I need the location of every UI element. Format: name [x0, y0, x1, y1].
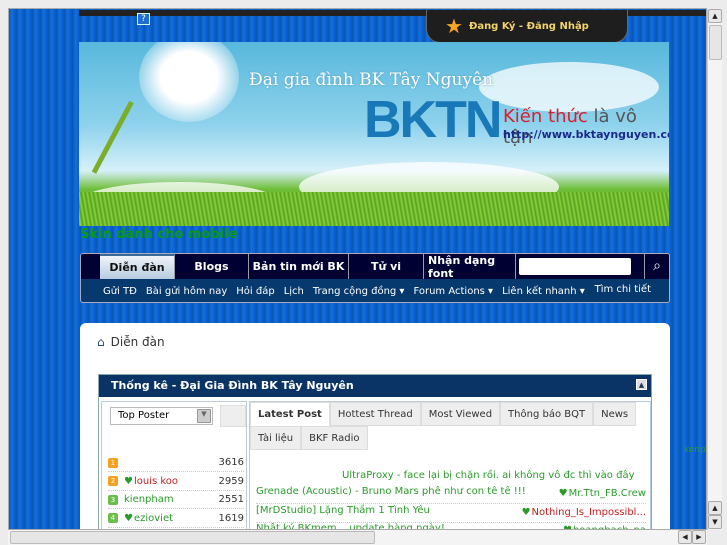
banner-logo: BKTN [364, 91, 502, 149]
heart-icon: ♥ [558, 488, 568, 499]
sub-link-hoi-dap[interactable]: Hỏi đáp [236, 286, 274, 297]
thread-tab[interactable]: Latest Post [250, 402, 330, 426]
post-title[interactable]: Nhật ký BKmem... update hàng ngày! [256, 523, 445, 529]
tab-dien-dan[interactable]: Diễn đàn [100, 254, 175, 279]
stats-title: Thống kê - Đại Gia Đình BK Tây Nguyên [111, 379, 354, 392]
tab-blogs[interactable]: Blogs [175, 254, 249, 279]
scroll-down-button[interactable]: ▼ [708, 515, 722, 529]
post-count: 3616 [218, 457, 244, 468]
post-count: 2959 [218, 475, 244, 487]
login-register-link[interactable]: ★ Đang Ký - Đăng Nhập [426, 10, 628, 43]
tab-nhan-dang-font[interactable]: Nhận dạng font [424, 254, 516, 280]
mobile-skin-link[interactable]: Skin dành cho mobile [80, 227, 237, 242]
thread-tab[interactable]: Most Viewed [420, 402, 501, 426]
dandelion-image [139, 42, 239, 122]
dandelion-stem [91, 100, 134, 174]
tab-tu-vi[interactable]: Tử vi [349, 254, 424, 279]
poster-row[interactable]: 3 kienpham 2551 [108, 491, 244, 509]
search-button[interactable]: ⌕ [644, 254, 669, 279]
rank-badge: 4 [108, 513, 118, 523]
banner-url: http://www.bktaynguyen.com [503, 128, 669, 141]
search-input[interactable] [519, 258, 631, 275]
scroll-up-button[interactable]: ▲ [708, 9, 722, 23]
author-name: Nothing_Is_Impossibl... [531, 506, 647, 518]
vertical-scrollbar[interactable]: ▲ ▲ ▼ [707, 9, 722, 530]
poster-name[interactable]: louis koo [134, 476, 178, 487]
collapse-icon[interactable]: ▲ [636, 379, 647, 390]
banner-slogan: Kiến thức là vô tận [503, 106, 669, 148]
heart-icon: ♥ [521, 506, 531, 518]
breadcrumb-current[interactable]: Diễn đàn [111, 335, 165, 349]
post-row: [MrDStudio] Lặng Thầm 1 Tình Yêu ♥Nothin… [256, 505, 646, 523]
thread-tab[interactable]: Tài liệu [250, 426, 302, 450]
poster-row[interactable]: 1 3616 [108, 454, 244, 472]
left-tab [220, 405, 246, 427]
thread-tab[interactable]: News [593, 402, 637, 426]
overflow-text: kenp [684, 445, 706, 455]
browser-viewport: ? ★ Đang Ký - Đăng Nhập Đại gia đình BK … [8, 8, 707, 530]
grass-image [79, 192, 669, 226]
main-navbar: Diễn đàn Blogs Bản tin mới BK Tử vi Nhận… [80, 253, 670, 303]
rank-badge: 2 [108, 476, 118, 486]
stats-block: Thống kê - Đại Gia Đình BK Tây Nguyên ▲ … [98, 374, 652, 529]
heart-icon: ♥ [124, 512, 133, 524]
login-label: Đang Ký - Đăng Nhập [468, 20, 589, 32]
content-panel: ⌂ Diễn đàn Thống kê - Đại Gia Đình BK Tâ… [80, 323, 670, 529]
horizontal-scrollbar[interactable]: ◀ ▶ [8, 530, 707, 545]
post-title[interactable]: [MrDStudio] Lặng Thầm 1 Tình Yêu [256, 505, 430, 516]
scroll-right-button[interactable]: ▶ [692, 530, 706, 544]
home-icon[interactable]: ⌂ [97, 335, 105, 349]
rank-badge: 3 [108, 494, 118, 505]
search-icon: ⌕ [653, 258, 661, 274]
tab-ban-tin[interactable]: Bản tin mới BK [249, 254, 349, 279]
sub-link-bai-gui-hom-nay[interactable]: Bài gửi hôm nay [146, 286, 227, 297]
poster-row[interactable]: 2 ♥ louis koo 2959 [108, 473, 244, 491]
advanced-search-link[interactable]: Tìm chi tiết [595, 284, 651, 295]
site-banner[interactable]: Đại gia đình BK Tây Nguyên BKTN Kiến thứ… [79, 42, 669, 226]
post-count: 1619 [218, 512, 244, 524]
sub-menu-forum-actions[interactable]: Forum Actions ▾ [413, 286, 493, 297]
post-count: 2551 [218, 494, 244, 505]
select-value: Top Poster [118, 410, 170, 421]
slogan-highlight: Kiến thức [503, 106, 588, 127]
post-author[interactable]: ♥Nothing_Is_Impossibl... [522, 507, 646, 518]
chevron-down-icon: ▼ [197, 409, 211, 423]
stats-header: Thống kê - Đại Gia Đình BK Tây Nguyên ▲ [99, 375, 651, 397]
top-poster-column: Top Poster ▼ 1 3616 2 ♥ louis koo 2959 3 … [101, 401, 247, 529]
breadcrumb: ⌂ Diễn đàn [97, 335, 165, 349]
poster-name[interactable]: kienpham [124, 494, 174, 505]
hot-thread-link[interactable]: UltraProxy - face lại bị chặn rồi. ai kh… [342, 470, 635, 481]
scroll-left-button[interactable]: ◀ [678, 530, 692, 544]
post-row: Grenade (Acoustic) - Bruno Mars phê như … [256, 486, 646, 504]
post-row: Nhật ký BKmem... update hàng ngày! ♥hoan… [256, 523, 646, 529]
hscroll-thumb[interactable] [10, 531, 375, 544]
poster-row[interactable]: 4 ♥ ezioviet 1619 [108, 510, 244, 528]
star-icon: ★ [445, 14, 463, 38]
banner-title: Đại gia đình BK Tây Nguyên [249, 70, 494, 90]
thread-tab[interactable]: BKF Radio [301, 426, 368, 450]
top-poster-select[interactable]: Top Poster ▼ [110, 407, 213, 425]
heart-icon: ♥ [124, 475, 133, 487]
rank-badge: 1 [108, 457, 118, 468]
thread-tab[interactable]: Hottest Thread [329, 402, 421, 426]
sub-menu-lien-ket-nhanh[interactable]: Liên kết nhanh ▾ [502, 286, 585, 297]
help-icon[interactable]: ? [137, 13, 150, 25]
poster-name[interactable]: ezioviet [134, 513, 173, 524]
sub-link-gui-td[interactable]: Gửi TĐ [103, 286, 137, 297]
post-title[interactable]: Grenade (Acoustic) - Bruno Mars phê như … [256, 486, 526, 497]
thread-tabs-column: Latest Post Hottest Thread Most Viewed Thôn… [249, 401, 651, 529]
post-author[interactable]: ♥Mr.Ttn_FB.Crew [559, 488, 646, 499]
scroll-up-button-lower[interactable]: ▲ [708, 501, 722, 515]
sub-link-lich[interactable]: Lịch [284, 286, 304, 297]
thread-tab[interactable]: Thông báo BQT [500, 402, 594, 426]
author-name: Mr.Ttn_FB.Crew [568, 488, 646, 499]
sub-menu-trang-cong-dong[interactable]: Trang cộng đồng ▾ [313, 286, 405, 297]
scroll-thumb[interactable] [709, 25, 722, 60]
